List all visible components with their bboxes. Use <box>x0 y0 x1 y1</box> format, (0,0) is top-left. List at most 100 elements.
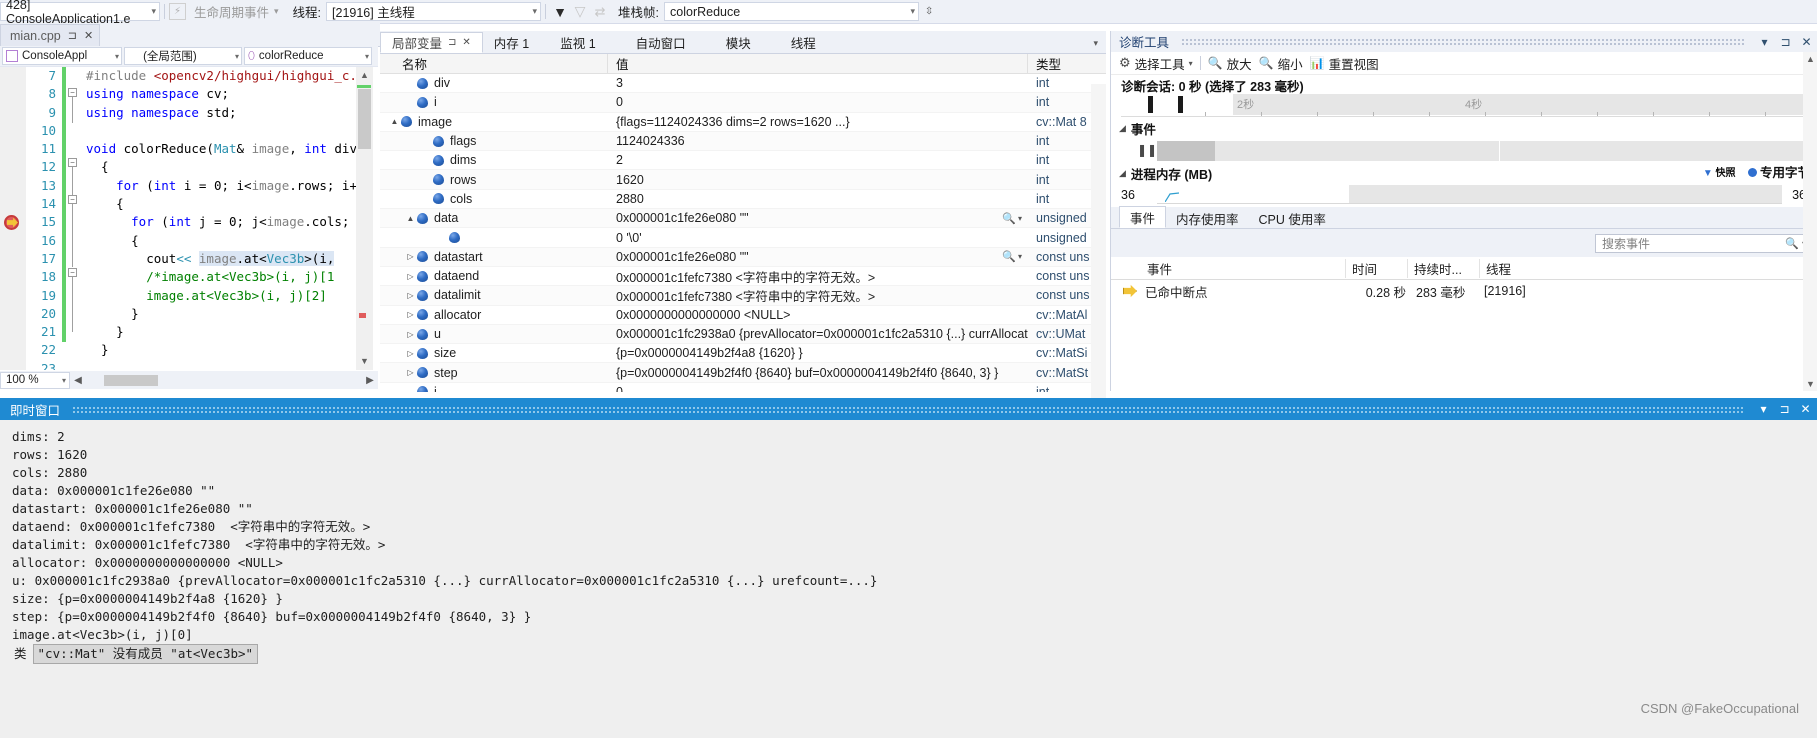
editor-glyph-margin[interactable] <box>0 67 26 370</box>
close-icon[interactable]: ✕ <box>84 29 93 42</box>
process-memory-section-header[interactable]: ◢ 进程内存 (MB) ▼ 快照 专用字节 <box>1111 162 1817 185</box>
column-header-value[interactable]: 值 <box>608 54 1028 73</box>
column-header-name[interactable]: 名称 <box>380 54 608 73</box>
variable-value-cell[interactable]: 0x000001c1fc2938a0 {prevAllocator=0x0000… <box>608 327 1028 341</box>
snapshot-legend[interactable]: ▼ 快照 <box>1703 164 1736 179</box>
table-row[interactable]: cols 2880 int <box>380 190 1106 210</box>
close-icon[interactable]: ✕ <box>1798 402 1813 416</box>
expanded-triangle-icon[interactable]: ▲ <box>404 214 417 223</box>
column-header-thread[interactable]: 线程 <box>1480 259 1817 278</box>
tab-threads[interactable]: 线程 <box>771 32 836 53</box>
close-icon[interactable]: ✕ <box>462 37 470 48</box>
pin-icon[interactable]: ⊐ <box>1778 35 1793 49</box>
project-selector[interactable]: ConsoleAppl ▾ <box>2 47 122 65</box>
table-row[interactable]: j 0 int <box>380 383 1106 392</box>
table-row[interactable]: ▷ u 0x000001c1fc2938a0 {prevAllocator=0x00… <box>380 324 1106 345</box>
immediate-window-output[interactable]: dims: 2 rows: 1620 cols: 2880 data: 0x00000… <box>0 420 1817 664</box>
value-visualizer-icon[interactable]: 🔍 ▾ <box>1002 212 1028 225</box>
variable-value-cell[interactable]: 0x0000000000000000 <NULL> <box>608 308 1028 322</box>
filter-icon[interactable]: ▼ <box>550 2 570 21</box>
table-row[interactable]: ▷ datastart 0x000001c1fe26e080 "" 🔍 ▾ const u… <box>380 247 1106 267</box>
filter-off-icon[interactable]: ▽ <box>570 2 590 21</box>
variable-value-cell[interactable]: 0x000001c1fe26e080 "" 🔍 ▾ <box>608 211 1028 225</box>
process-selector[interactable]: 428] ConsoleApplication1.e ▾ <box>0 0 160 26</box>
locals-vertical-scrollbar[interactable] <box>1091 84 1106 422</box>
variable-value-cell[interactable]: {flags=1124024336 dims=2 rows=1620 ...} <box>608 115 1028 129</box>
scroll-up-icon[interactable]: ▲ <box>1803 54 1817 64</box>
collapsed-triangle-icon[interactable]: ▷ <box>404 252 417 261</box>
variable-value-cell[interactable]: 1620 <box>608 173 1028 187</box>
variable-value-cell[interactable]: {p=0x0000004149b2f4f0 {8640} buf=0x00000… <box>608 366 1028 380</box>
scroll-right-icon[interactable]: ▶ <box>362 375 378 386</box>
fold-toggle-icon[interactable]: − <box>68 195 77 204</box>
close-icon[interactable]: ✕ <box>1799 35 1814 49</box>
scrollbar-thumb[interactable] <box>358 89 371 149</box>
flatten-icon[interactable]: ⇄ <box>590 2 610 21</box>
table-row[interactable]: ▲ data 0x000001c1fe26e080 "" 🔍 ▾ unsigned <box>380 209 1106 229</box>
variable-value-cell[interactable]: {p=0x0000004149b2f4a8 {1620} } <box>608 346 1028 360</box>
chevron-down-icon[interactable]: ▾ <box>1757 35 1772 49</box>
variable-value-cell[interactable]: 0x000001c1fefc7380 <字符串中的字符无效。> <box>608 267 1028 286</box>
table-row[interactable]: ▲ image {flags=1124024336 dims=2 rows=1620… <box>380 113 1106 132</box>
tab-modules[interactable]: 模块 <box>706 32 771 53</box>
scroll-down-icon[interactable]: ▼ <box>358 355 371 367</box>
select-tools-button[interactable]: ⚙ 选择工具 ▾ <box>1119 54 1193 73</box>
variable-value-cell[interactable]: 0 <box>608 385 1028 392</box>
document-tab-mian-cpp[interactable]: mian.cpp ⊐ ✕ <box>0 24 101 46</box>
editor-outlining-margin[interactable]: − − − − <box>68 67 86 370</box>
table-row[interactable]: i 0 int <box>380 93 1106 113</box>
diagnostic-vertical-scrollbar[interactable]: ▲ ▼ <box>1803 52 1817 391</box>
column-header-event[interactable]: 事件 <box>1111 258 1346 278</box>
tab-autos[interactable]: 自动窗口 <box>616 32 706 53</box>
table-row[interactable]: 0 '\0' unsigned <box>380 228 1106 248</box>
scroll-up-icon[interactable]: ▲ <box>358 69 371 81</box>
diagnostic-timeline[interactable]: 2秒 4秒 <box>1121 94 1810 117</box>
scope-selector[interactable]: (全局范围) ▾ <box>124 47 242 65</box>
table-row[interactable]: ▷ dataend 0x000001c1fefc7380 <字符串中的字符无效。> c… <box>380 267 1106 287</box>
table-row[interactable]: ▷ step {p=0x0000004149b2f4f0 {8640} buf=0x… <box>380 363 1106 383</box>
toolbar-overflow-icon[interactable]: ⇳ <box>919 2 939 21</box>
collapsed-triangle-icon[interactable]: ▷ <box>404 291 417 300</box>
tab-events[interactable]: 事件 <box>1119 206 1167 228</box>
events-section-header[interactable]: ◢ 事件 <box>1111 117 1817 140</box>
process-memory-graph[interactable]: 36 36 <box>1121 185 1810 204</box>
variable-value-cell[interactable]: 2 <box>608 153 1028 167</box>
pin-icon[interactable]: ⊐ <box>1777 402 1792 416</box>
variable-value-cell[interactable]: 0 '\0' <box>608 231 1028 245</box>
column-header-time[interactable]: 时间 <box>1346 258 1408 278</box>
member-selector[interactable]: ⬯ colorReduce ▾ <box>244 47 372 65</box>
tab-memory-1[interactable]: 内存 1 <box>483 32 540 53</box>
tab-locals[interactable]: 局部变量 ⊐ ✕ <box>380 32 483 53</box>
variable-value-cell[interactable]: 3 <box>608 76 1028 90</box>
expanded-triangle-icon[interactable]: ▲ <box>388 117 401 126</box>
collapsed-triangle-icon[interactable]: ▷ <box>404 330 417 339</box>
scroll-down-icon[interactable]: ▼ <box>1803 379 1817 389</box>
fold-toggle-icon[interactable]: − <box>68 268 77 277</box>
table-row[interactable]: ▷ allocator 0x0000000000000000 <NULL> cv::M… <box>380 306 1106 325</box>
drag-handle[interactable] <box>72 405 1744 413</box>
chevron-down-icon[interactable]: ▾ <box>1756 402 1771 416</box>
collapsed-triangle-icon[interactable]: ▷ <box>404 368 417 377</box>
chevron-down-icon[interactable]: ▾ <box>274 6 285 17</box>
fold-toggle-icon[interactable]: − <box>68 158 77 167</box>
value-visualizer-icon[interactable]: 🔍 ▾ <box>1002 250 1028 263</box>
tab-cpu-usage[interactable]: CPU 使用率 <box>1249 208 1336 228</box>
table-row[interactable]: rows 1620 int <box>380 170 1106 190</box>
search-events-input[interactable]: 搜索事件 🔍 ▾ <box>1595 233 1810 253</box>
code-editor[interactable]: 7 8 9 10 11 12 13 14 15 16 17 18 19 20 2… <box>0 67 378 370</box>
editor-horizontal-scrollbar[interactable] <box>86 373 362 388</box>
table-row[interactable]: ▷ size {p=0x0000004149b2f4a8 {1620} } cv::M… <box>380 344 1106 364</box>
pin-icon[interactable]: ⊐ <box>448 37 456 48</box>
variable-value-cell[interactable]: 2880 <box>608 192 1028 206</box>
pin-icon[interactable]: ⊐ <box>68 29 77 42</box>
reset-view-button[interactable]: 📊 重置视图 <box>1310 54 1379 73</box>
stackframe-selector[interactable]: colorReduce ▾ <box>664 2 920 21</box>
locals-rows[interactable]: div 3 int i 0 int ▲ image {flags=1124024336 dims… <box>380 74 1106 392</box>
table-row[interactable]: dims 2 int <box>380 151 1106 171</box>
column-header-duration[interactable]: 持续时... <box>1408 258 1480 278</box>
editor-zoom-selector[interactable]: 100 % ▾ <box>0 371 70 389</box>
zoom-in-button[interactable]: 🔍 放大 <box>1208 54 1252 73</box>
tab-memory-usage[interactable]: 内存使用率 <box>1166 208 1249 228</box>
collapsed-triangle-icon[interactable]: ▷ <box>404 272 417 281</box>
table-row[interactable]: div 3 int <box>380 74 1106 94</box>
